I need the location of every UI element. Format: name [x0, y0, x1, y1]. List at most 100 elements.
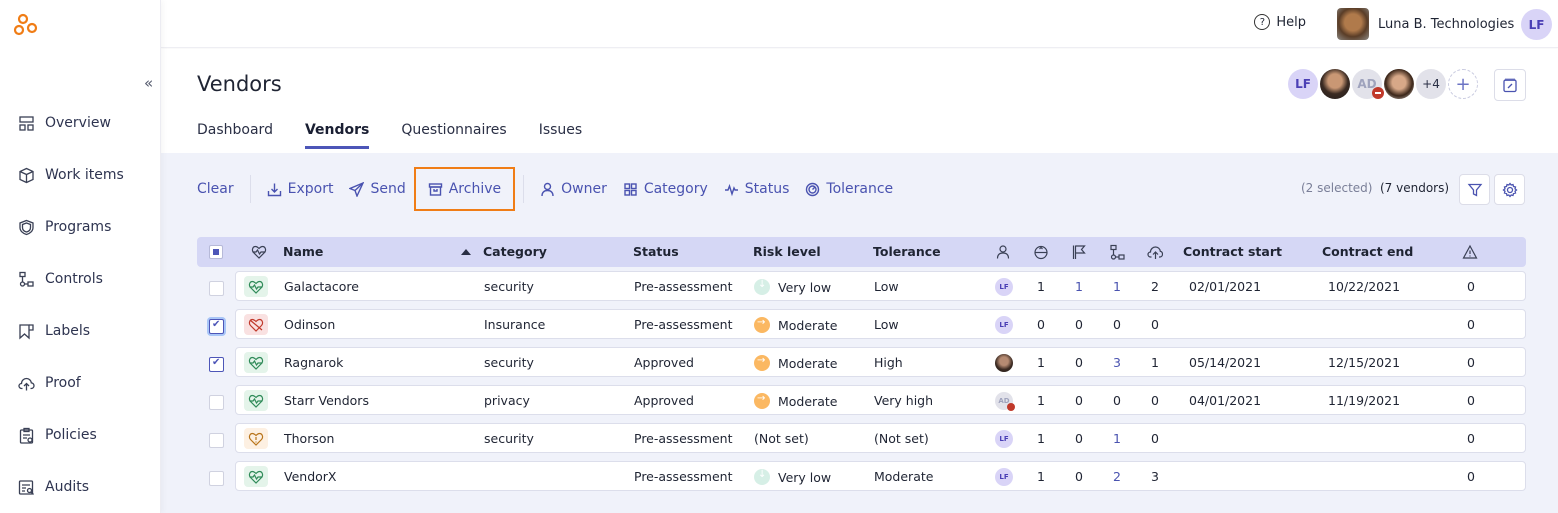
sidebar-item-label: Work items [45, 167, 124, 183]
tab-questionnaires[interactable]: Questionnaires [401, 122, 506, 149]
box-icon [19, 167, 34, 183]
organization-switcher[interactable]: Luna B. Technologies [1337, 8, 1514, 40]
vendor-name[interactable]: Odinson [284, 317, 335, 332]
organization-logo [1337, 8, 1369, 40]
member-avatar[interactable] [1320, 69, 1350, 99]
sidebar-item-labels[interactable]: Labels [18, 319, 90, 343]
column-header-tolerance[interactable]: Tolerance [873, 244, 941, 259]
column-header-status[interactable]: Status [633, 244, 679, 259]
risk-level-text: (Not set) [754, 431, 809, 446]
export-button[interactable]: Export [259, 173, 342, 205]
send-button[interactable]: Send [341, 173, 413, 205]
row-checkbox[interactable] [209, 471, 224, 486]
user-avatar[interactable]: LF [1521, 9, 1552, 40]
help-button[interactable]: ? Help [1254, 14, 1306, 30]
vendor-name[interactable]: Thorson [284, 431, 334, 446]
logo-icon[interactable] [13, 13, 39, 37]
row-checkbox[interactable] [209, 319, 224, 334]
flag-column-icon[interactable] [1071, 244, 1087, 260]
owner-avatar[interactable]: AD [995, 392, 1015, 411]
owner-avatar[interactable]: LF [995, 468, 1013, 486]
table-row[interactable]: Starr Vendors privacy Approved Moderate … [197, 385, 1526, 419]
sidebar-item-work-items[interactable]: Work items [18, 163, 124, 187]
owner-button[interactable]: Owner [532, 173, 615, 205]
export-icon [267, 183, 281, 196]
collapse-sidebar-button[interactable]: « [144, 74, 153, 92]
row-container[interactable]: Thorson security Pre-assessment (Not set… [235, 423, 1526, 453]
row-container[interactable]: Odinson Insurance Pre-assessment Moderat… [235, 309, 1526, 339]
clear-button[interactable]: Clear [197, 173, 242, 205]
owner-avatar[interactable]: LF [995, 278, 1013, 296]
tab-vendors[interactable]: Vendors [304, 122, 370, 149]
vendor-tolerance: Low [874, 279, 899, 294]
table-row[interactable]: Odinson Insurance Pre-assessment Moderat… [197, 309, 1526, 343]
member-avatar[interactable]: LF [1288, 69, 1318, 99]
vendor-health-icon [244, 276, 268, 297]
sidebar-item-proof[interactable]: Proof [18, 371, 81, 395]
status-button[interactable]: Status [716, 173, 798, 205]
owner-avatar[interactable] [995, 354, 1013, 372]
column-header-contract-end[interactable]: Contract end [1322, 244, 1413, 259]
tab-dashboard[interactable]: Dashboard [197, 122, 273, 149]
row-container[interactable]: Galactacore security Pre-assessment Very… [235, 271, 1526, 301]
vendor-health-icon [244, 390, 268, 411]
table-row[interactable]: VendorX Pre-assessment Very low Moderate… [197, 461, 1526, 495]
filter-button[interactable] [1459, 174, 1490, 205]
row-container[interactable]: Ragnarok security Approved Moderate High… [235, 347, 1526, 377]
shield-icon [19, 219, 34, 235]
sidebar-item-programs[interactable]: Programs [18, 215, 111, 239]
sidebar-item-overview[interactable]: Overview [18, 111, 111, 135]
member-avatar[interactable] [1384, 69, 1414, 99]
column-header-contract-start[interactable]: Contract start [1183, 244, 1282, 259]
table-row[interactable]: Ragnarok security Approved Moderate High… [197, 347, 1526, 381]
row-checkbox[interactable] [209, 395, 224, 410]
column-header-name[interactable]: Name [283, 244, 323, 259]
category-button[interactable]: Category [615, 173, 716, 205]
row-checkbox[interactable] [209, 281, 224, 296]
vendor-name[interactable]: VendorX [284, 469, 336, 484]
row-checkbox[interactable] [209, 433, 224, 448]
sidebar-item-label: Proof [45, 375, 81, 391]
sidebar-item-controls[interactable]: Controls [18, 267, 103, 291]
tolerance-button[interactable]: Tolerance [797, 173, 901, 205]
column-header-category[interactable]: Category [483, 244, 547, 259]
calendar-button[interactable] [1494, 69, 1526, 101]
row-container[interactable]: VendorX Pre-assessment Very low Moderate… [235, 461, 1526, 491]
vendor-name[interactable]: Starr Vendors [284, 393, 369, 408]
more-members-button[interactable]: +4 [1416, 69, 1446, 99]
settings-button[interactable] [1494, 174, 1525, 205]
controls-count: 3 [1113, 355, 1121, 370]
vendor-health-icon [244, 428, 268, 449]
column-header-risk-level[interactable]: Risk level [753, 244, 821, 259]
vendor-status: Approved [634, 393, 694, 408]
risk-level-text: Moderate [778, 356, 838, 371]
owner-avatar[interactable]: LF [995, 316, 1013, 334]
table-row[interactable]: Thorson security Pre-assessment (Not set… [197, 423, 1526, 457]
vendor-name[interactable]: Ragnarok [284, 355, 343, 370]
risk-level-icon [754, 469, 770, 485]
contract-start-date: 05/14/2021 [1189, 355, 1262, 370]
sort-ascending-icon[interactable] [461, 249, 471, 255]
sidebar-item-audits[interactable]: Audits [18, 475, 89, 499]
member-avatar-removed[interactable]: AD [1352, 69, 1384, 99]
row-container[interactable]: Starr Vendors privacy Approved Moderate … [235, 385, 1526, 415]
organization-name: Luna B. Technologies [1378, 16, 1515, 32]
row-checkbox[interactable] [209, 357, 224, 372]
owner-avatar[interactable]: LF [995, 430, 1013, 448]
page-header: Vendors Dashboard Vendors Questionnaires… [161, 49, 1558, 153]
sidebar-item-policies[interactable]: Policies [18, 423, 97, 447]
tab-issues[interactable]: Issues [539, 122, 583, 149]
owner-column-icon[interactable] [995, 244, 1011, 260]
assessment-column-icon[interactable] [1033, 244, 1049, 260]
issue-flag-count: 0 [1075, 317, 1083, 332]
controls-column-icon[interactable] [1109, 244, 1125, 260]
select-all-checkbox[interactable] [209, 245, 223, 259]
table-row[interactable]: Galactacore security Pre-assessment Very… [197, 271, 1526, 305]
send-label: Send [370, 181, 406, 197]
proof-column-icon[interactable] [1147, 244, 1164, 260]
add-member-button[interactable]: + [1448, 69, 1478, 99]
archive-button[interactable]: Archive [413, 167, 516, 211]
vendor-category: security [484, 355, 534, 370]
warning-column-icon[interactable] [1462, 244, 1478, 260]
vendor-name[interactable]: Galactacore [284, 279, 359, 294]
